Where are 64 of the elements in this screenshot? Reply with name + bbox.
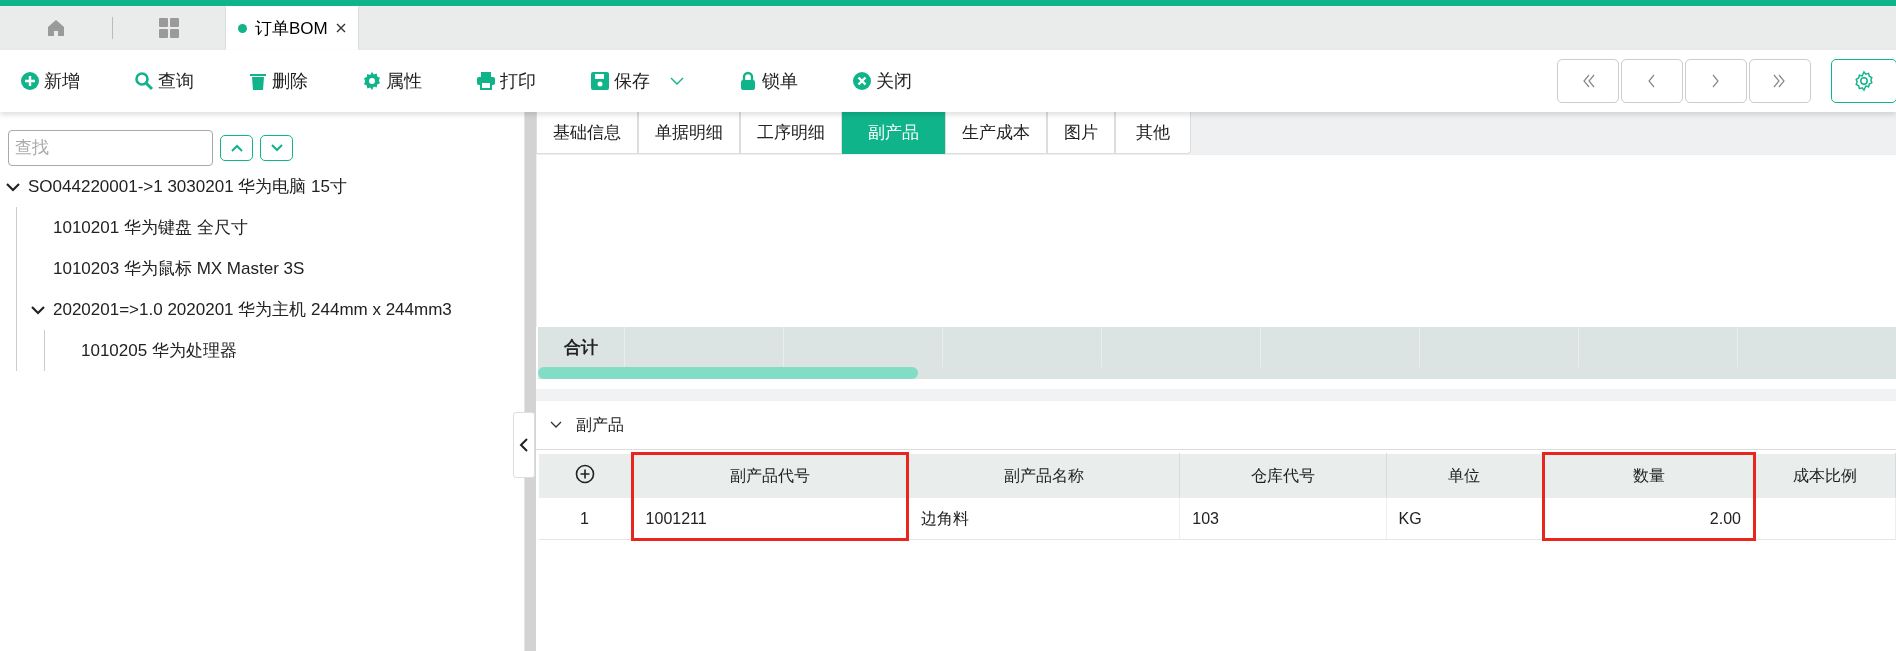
chevron-left-icon <box>519 437 529 453</box>
toolbar-button[interactable]: 删除 <box>248 69 308 93</box>
summary-label: 合计 <box>563 336 600 359</box>
grid-icon <box>158 17 180 39</box>
trash-icon <box>248 71 268 91</box>
lock-icon <box>738 71 758 91</box>
collapse-panel-button[interactable] <box>513 412 535 478</box>
tab[interactable]: 单据明细 <box>638 112 740 154</box>
search-icon <box>134 71 154 91</box>
row-number: 1 <box>538 498 633 540</box>
column-header: 副产品名称 <box>907 453 1180 499</box>
column-header: 仓库代号 <box>1179 453 1387 499</box>
tree-item[interactable]: 1010205 华为处理器 <box>81 339 237 362</box>
close-icon <box>852 71 872 91</box>
expand-toggle-icon[interactable] <box>31 304 45 315</box>
toolbar-button[interactable]: 关闭 <box>852 69 912 93</box>
home-icon <box>46 18 66 38</box>
first-page-button[interactable] <box>1557 59 1619 103</box>
previous-page-button[interactable] <box>1621 59 1683 103</box>
tab[interactable]: 工序明细 <box>740 112 842 154</box>
search-field[interactable]: 查找 <box>8 130 213 166</box>
caret-icon[interactable] <box>670 77 684 85</box>
toolbar-button[interactable]: 新增 <box>20 69 80 93</box>
settings-button[interactable] <box>1831 59 1896 103</box>
tab[interactable]: 其他 <box>1115 112 1191 154</box>
tab[interactable]: 生产成本 <box>945 112 1047 154</box>
scroll-down-button[interactable] <box>260 135 293 161</box>
collapse-toggle-icon[interactable] <box>550 421 562 429</box>
horizontal-scrollbar[interactable] <box>538 367 1896 379</box>
column-header: 单位 <box>1386 453 1544 499</box>
table-cell: 103 <box>1179 498 1387 540</box>
table-cell: KG <box>1386 498 1544 540</box>
toolbar-button[interactable]: 打印 <box>476 69 536 93</box>
tab[interactable]: 基础信息 <box>536 112 638 154</box>
add-row-icon[interactable] <box>574 464 595 484</box>
table-cell: 边角料 <box>907 498 1180 540</box>
toolbar-button[interactable]: 保存 <box>590 69 684 93</box>
gear-icon <box>362 71 382 91</box>
last-page-button[interactable] <box>1749 59 1811 103</box>
close-tab-icon[interactable] <box>335 23 346 33</box>
printer-icon <box>476 71 496 91</box>
column-header: 数量 <box>1543 453 1755 499</box>
next-page-button[interactable] <box>1685 59 1747 103</box>
document-tab[interactable]: 订单BOM <box>225 6 359 50</box>
tree-item[interactable]: 1010201 华为键盘 全尺寸 <box>53 216 248 239</box>
chevron-up-icon <box>229 143 244 153</box>
section-title: 副产品 <box>576 414 624 435</box>
chevron-down-icon <box>269 143 284 153</box>
toolbar-button[interactable]: 查询 <box>134 69 194 93</box>
toolbar-button[interactable]: 属性 <box>362 69 422 93</box>
column-header: 成本比例 <box>1754 453 1896 499</box>
plus-circle-icon <box>20 71 40 91</box>
table-cell: 1001211 <box>632 498 908 540</box>
settings-icon <box>1853 70 1875 92</box>
expand-toggle-icon[interactable] <box>6 181 20 192</box>
status-dot-icon <box>238 23 247 33</box>
tree-item[interactable]: 1010203 华为鼠标 MX Master 3S <box>53 257 305 280</box>
tree-item[interactable]: 2020201=>1.0 2020201 华为主机 244mm x 244mm3 <box>53 298 452 321</box>
column-header: 副产品代号 <box>632 453 908 499</box>
table-cell: 2.00 <box>1543 498 1755 540</box>
tab[interactable]: 图片 <box>1047 112 1115 154</box>
scroll-up-button[interactable] <box>220 135 253 161</box>
toolbar-button[interactable]: 锁单 <box>738 69 798 93</box>
tree-item[interactable]: SO044220001->1 3030201 华为电脑 15寸 <box>28 175 347 198</box>
